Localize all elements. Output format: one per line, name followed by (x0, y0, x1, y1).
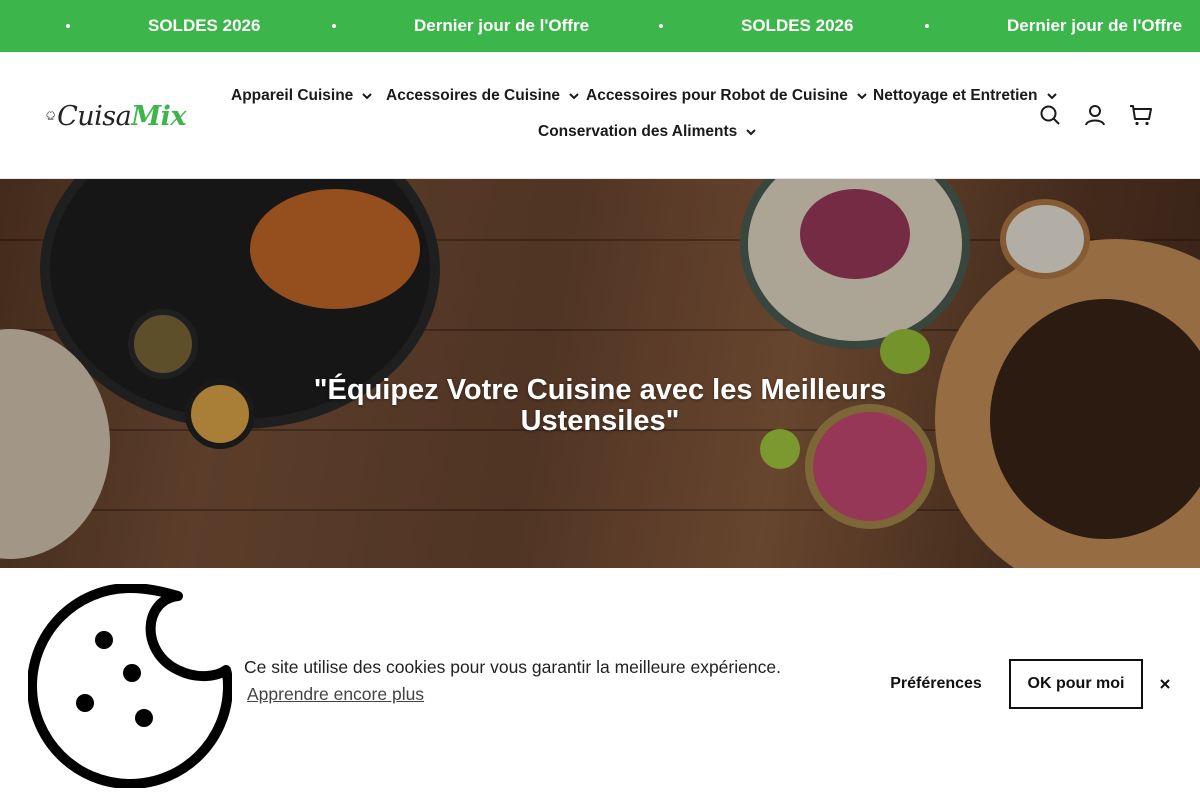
nav-label: Appareil Cuisine (231, 87, 354, 104)
hero-banner: "Équipez Votre Cuisine avec les Meilleur… (0, 179, 1200, 568)
separator-dot (332, 24, 336, 28)
nav-label: Accessoires pour Robot de Cuisine (586, 87, 848, 104)
announcement-bar: SOLDES 2026 Dernier jour de l'Offre SOLD… (0, 0, 1200, 52)
search-icon[interactable] (1038, 103, 1062, 127)
chevron-down-icon (362, 93, 373, 100)
site-header: CuisaMix Appareil Cuisine Accessoires de… (0, 52, 1200, 179)
preferences-button[interactable]: Préférences (880, 668, 992, 700)
account-icon[interactable] (1083, 103, 1107, 127)
chef-hat-icon (46, 111, 55, 120)
nav-nettoyage-entretien[interactable]: Nettoyage et Entretien (873, 87, 1058, 105)
separator-dot (659, 24, 663, 28)
nav-conservation-aliments[interactable]: Conservation des Aliments (538, 123, 757, 141)
announcement-text: SOLDES 2026 (741, 16, 854, 35)
nav-accessoires-cuisine[interactable]: Accessoires de Cuisine (386, 87, 580, 105)
logo-text: CuisaMix (57, 101, 186, 132)
announcement-text: Dernier jour de l'Offre (1007, 16, 1183, 35)
cookie-message: Ce site utilise des cookies pour vous ga… (244, 657, 781, 677)
nav-accessoires-robot[interactable]: Accessoires pour Robot de Cuisine (586, 87, 868, 105)
accept-cookies-button[interactable]: OK pour moi (1009, 659, 1143, 709)
hero-title: "Équipez Votre Cuisine avec les Meilleur… (313, 374, 887, 437)
cookie-icon (28, 584, 232, 788)
chevron-down-icon (569, 93, 579, 100)
announcement-text: SOLDES 2026 (148, 16, 261, 35)
separator-dot (66, 24, 70, 28)
nav-label: Conservation des Aliments (538, 123, 738, 140)
chevron-down-icon (746, 129, 756, 136)
cookie-banner: Ce site utilise des cookies pour vous ga… (0, 568, 1200, 800)
nav-label: Nettoyage et Entretien (873, 87, 1038, 104)
chevron-down-icon (857, 93, 867, 100)
logo-part-mix: Mix (131, 100, 186, 132)
announcement-text: Dernier jour de l'Offre (414, 16, 590, 35)
separator-dot (925, 24, 929, 28)
nav-label: Accessoires de Cuisine (386, 87, 561, 104)
nav-appareil-cuisine[interactable]: Appareil Cuisine (231, 87, 373, 105)
chevron-down-icon (1046, 93, 1057, 100)
site-logo[interactable]: CuisaMix (46, 92, 186, 140)
learn-more-link[interactable]: Apprendre encore plus (247, 684, 424, 705)
close-icon[interactable] (1155, 674, 1175, 694)
cart-icon[interactable] (1129, 103, 1153, 127)
logo-part-cuisa: Cuisa (57, 100, 132, 132)
